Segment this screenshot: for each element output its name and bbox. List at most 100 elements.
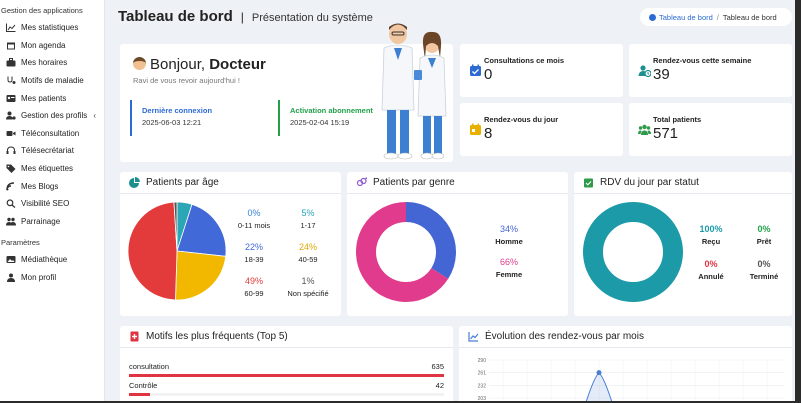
sidebar-item-mes-statistiques[interactable]: Mes statistiques <box>0 19 104 37</box>
age-legend-label: 1-17 <box>300 221 316 230</box>
sidebar-item-label: Mes horaires <box>21 58 68 68</box>
stat-card-total-patients: Total patients 571 <box>629 103 792 156</box>
motif-bar-fill <box>129 374 444 377</box>
sidebar-item-label: Médiathèque <box>21 255 68 265</box>
breadcrumb-link[interactable]: Tableau de bord <box>659 13 713 22</box>
rdv-legend-pct: 100% <box>699 224 723 234</box>
stat-label: Rendez-vous cette semaine <box>653 56 752 65</box>
sidebar-item-gestion-des-profils[interactable]: Gestion des profils ‹ <box>0 107 104 125</box>
rdv-legend-label: Prêt <box>756 237 772 246</box>
motifs-panel: Motifs les plus fréquents (Top 5) consul… <box>120 326 453 401</box>
pie-chart-icon <box>129 177 140 188</box>
age-legend-pct: 1% <box>301 276 315 286</box>
stat-card-consultations: Consultations ce mois 0 <box>460 44 623 97</box>
sidebar-item-mediatheque[interactable]: Médiathèque <box>0 251 104 269</box>
age-legend-item: 24% 40-59 <box>283 242 333 264</box>
photo-icon <box>6 255 16 264</box>
y-tick-label: 232 <box>478 383 487 389</box>
age-legend-label: 60-99 <box>244 289 264 298</box>
sidebar-item-label: Téléconsultation <box>21 128 80 138</box>
calendar-icon <box>6 41 16 50</box>
sidebar-item-mes-etiquettes[interactable]: Mes étiquettes <box>0 160 104 178</box>
motif-bar-track <box>129 393 444 396</box>
rdv-panel-title: RDV du jour par statut <box>600 177 699 188</box>
sidebar-item-teleconsultation[interactable]: Téléconsultation <box>0 125 104 143</box>
sidebar-item-mon-profil[interactable]: Mon profil <box>0 269 104 287</box>
sidebar-item-parrainage[interactable]: Parrainage <box>0 213 104 231</box>
age-legend-label: 18-39 <box>244 255 264 264</box>
user-icon <box>6 273 16 283</box>
user-cog-icon <box>6 111 16 120</box>
stat-card-today-appointments: Rendez-vous du jour 8 <box>460 103 623 156</box>
sidebar-item-label: Mon agenda <box>21 40 66 50</box>
file-medical-icon <box>130 331 139 342</box>
doctor-name: Docteur <box>209 56 266 73</box>
motif-label: consultation <box>129 362 170 371</box>
main-content: Tableau de bord | Présentation du systèm… <box>105 0 795 401</box>
rdv-legend-item: 100% Reçu <box>691 224 731 246</box>
app-window: Gestion des applications Mes statistique… <box>0 0 795 401</box>
age-legend-label: Non spécifié <box>287 289 329 298</box>
rdv-donut-chart <box>583 202 683 302</box>
motif-bar-fill <box>129 393 150 396</box>
title-separator: | <box>240 10 244 24</box>
age-legend-pct: 5% <box>301 208 315 218</box>
sidebar-item-label: Visibilité SEO <box>21 199 70 209</box>
sidebar-section-params: Paramètres <box>1 238 40 248</box>
age-panel-title: Patients par âge <box>146 177 219 188</box>
sidebar-item-mes-horaires[interactable]: Mes horaires <box>0 54 104 72</box>
sidebar-item-mon-agenda[interactable]: Mon agenda <box>0 37 104 55</box>
sidebar-item-motifs-de-maladie[interactable]: Motifs de maladie <box>0 72 104 90</box>
age-slice[interactable] <box>175 250 227 301</box>
data-point[interactable] <box>596 370 602 376</box>
page-header: Tableau de bord | Présentation du systèm… <box>118 8 373 25</box>
y-tick-label: 203 <box>478 396 487 401</box>
sidebar-item-telesecretariat[interactable]: Télésecrétariat <box>0 142 104 160</box>
stat-value: 39 <box>653 66 670 83</box>
gender-panel: Patients par genre 34% Homme 66% Femme <box>347 172 568 316</box>
rdv-legend-label: Reçu <box>701 237 721 246</box>
y-tick-label: 290 <box>478 358 487 364</box>
sidebar-item-mes-patients[interactable]: Mes patients <box>0 89 104 107</box>
sidebar-section-apps: Gestion des applications <box>1 6 83 15</box>
sidebar-item-mes-blogs[interactable]: Mes Blogs <box>0 177 104 195</box>
dashboard-icon <box>649 13 656 21</box>
rdv-legend-pct: 0% <box>757 259 771 269</box>
welcome-heading: Bonjour, Docteur <box>133 56 266 73</box>
age-legend-pct: 24% <box>298 242 317 252</box>
age-legend-pct: 22% <box>244 242 263 252</box>
chart-line-icon <box>468 332 479 342</box>
gender-panel-header: Patients par genre <box>347 172 568 194</box>
sidebar-item-label: Mes étiquettes <box>21 164 74 174</box>
chart-line-icon <box>6 23 16 33</box>
age-legend-item: 22% 18-39 <box>232 242 276 264</box>
motif-label: Contrôle <box>129 381 158 390</box>
headset-icon <box>6 146 16 155</box>
calendar-check-icon <box>470 64 481 76</box>
age-legend-item: 1% Non spécifié <box>283 276 333 298</box>
search-icon <box>6 199 16 209</box>
page-subtitle: Présentation du système <box>251 12 373 24</box>
blog-icon <box>6 181 16 191</box>
rdv-status-panel: RDV du jour par statut 100% Reçu 0% Prêt 0… <box>574 172 792 316</box>
gender-slice[interactable] <box>405 202 456 279</box>
subscription-label: Activation abonnement <box>290 106 373 115</box>
gender-legend-label: Femme <box>495 270 523 279</box>
breadcrumb-separator: / <box>716 12 719 22</box>
subscription-value: 2025-02-04 15:19 <box>290 118 350 127</box>
stat-label: Total patients <box>653 115 702 124</box>
rdv-legend-item: 0% Annulé <box>691 259 731 281</box>
gender-donut-chart <box>356 202 456 302</box>
evolution-panel-title: Évolution des rendez-vous par mois <box>485 331 644 342</box>
stat-label: Rendez-vous du jour <box>484 115 559 124</box>
rdv-slice[interactable] <box>583 202 683 302</box>
sidebar-item-label: Motifs de maladie <box>21 76 84 86</box>
age-legend-pct: 0% <box>247 208 261 218</box>
chevron-left-icon[interactable]: ‹ <box>93 111 96 120</box>
age-slice[interactable] <box>127 201 178 301</box>
age-legend-pct: 49% <box>244 276 263 286</box>
last-login-value: 2025-06-03 12:21 <box>142 118 202 127</box>
sidebar-item-visibilite-seo[interactable]: Visibilité SEO <box>0 195 104 213</box>
doctors-illustration <box>381 23 447 160</box>
motif-bar-track <box>129 374 444 377</box>
